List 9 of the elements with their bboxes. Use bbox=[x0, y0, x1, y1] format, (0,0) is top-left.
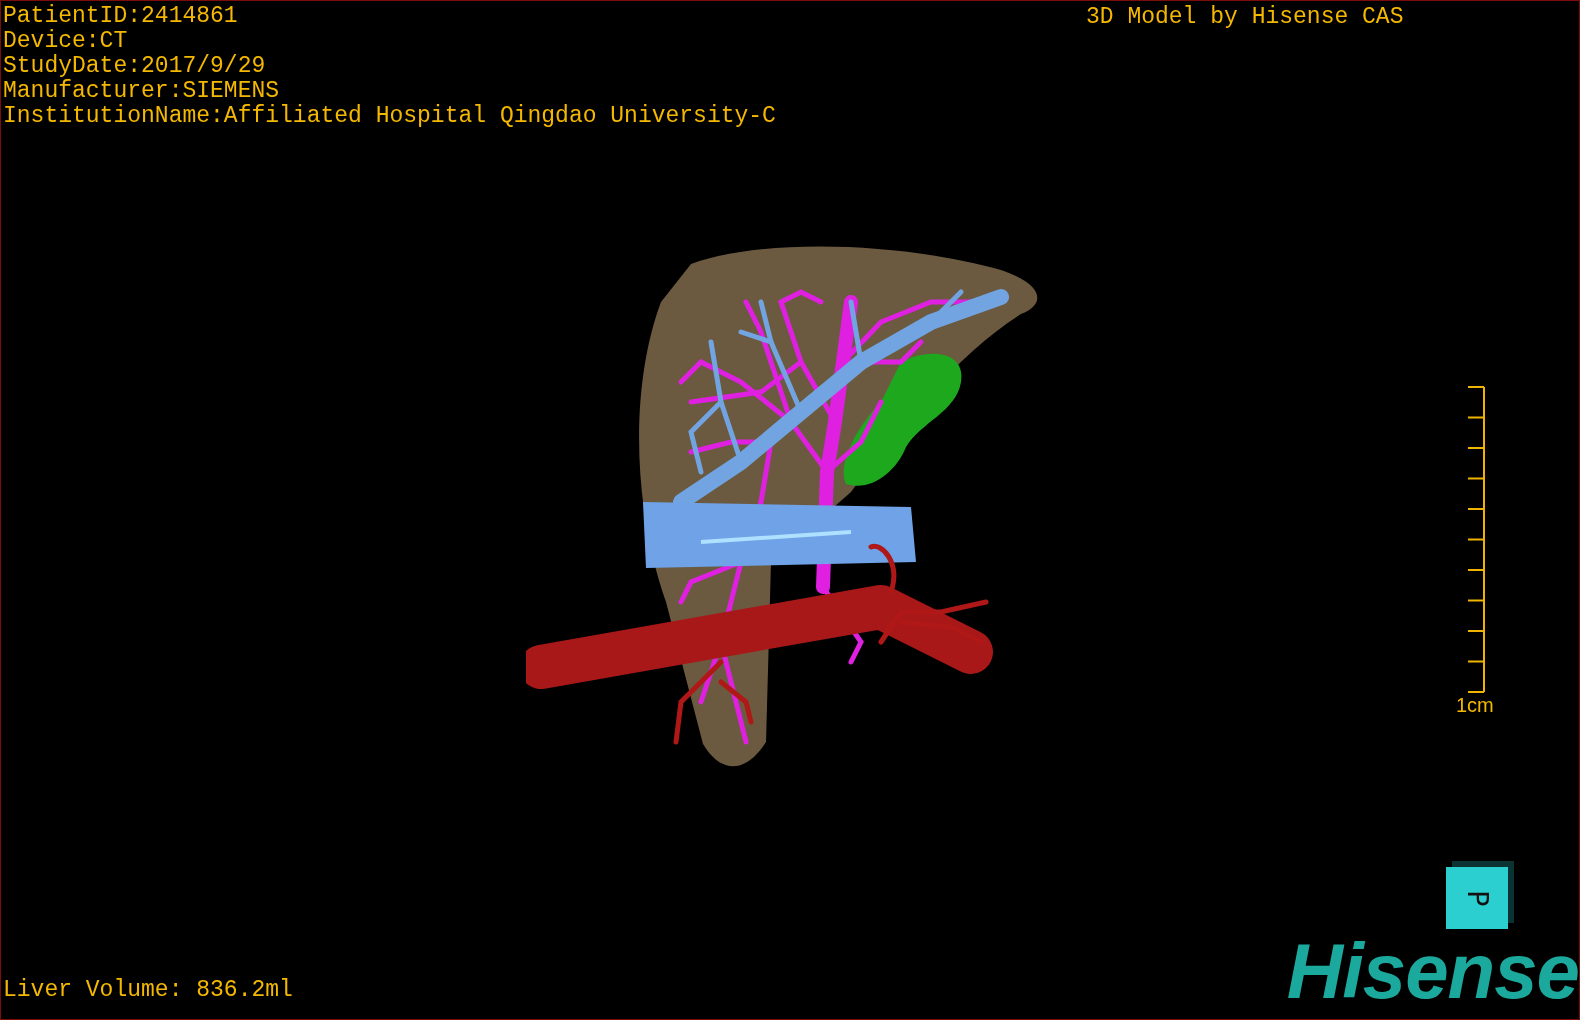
liver-volume-text: Liver Volume: 836.2ml bbox=[3, 978, 293, 1003]
study-info-text: Manufacturer:SIEMENS bbox=[3, 79, 281, 104]
study-info-text: Device:CT bbox=[3, 29, 129, 54]
study-info-text: InstitutionName:Affiliated Hospital Qingdao University-C bbox=[3, 104, 776, 129]
scale-label: 1cm bbox=[1456, 695, 1494, 715]
study-info-text: StudyDate:2017/9/29 bbox=[3, 54, 267, 79]
brand-logo: Hisense bbox=[1286, 931, 1579, 1011]
study-info-text: PatientID:2414861 bbox=[3, 4, 239, 29]
model-credit-text: 3D Model by Hisense CAS bbox=[1086, 5, 1404, 30]
